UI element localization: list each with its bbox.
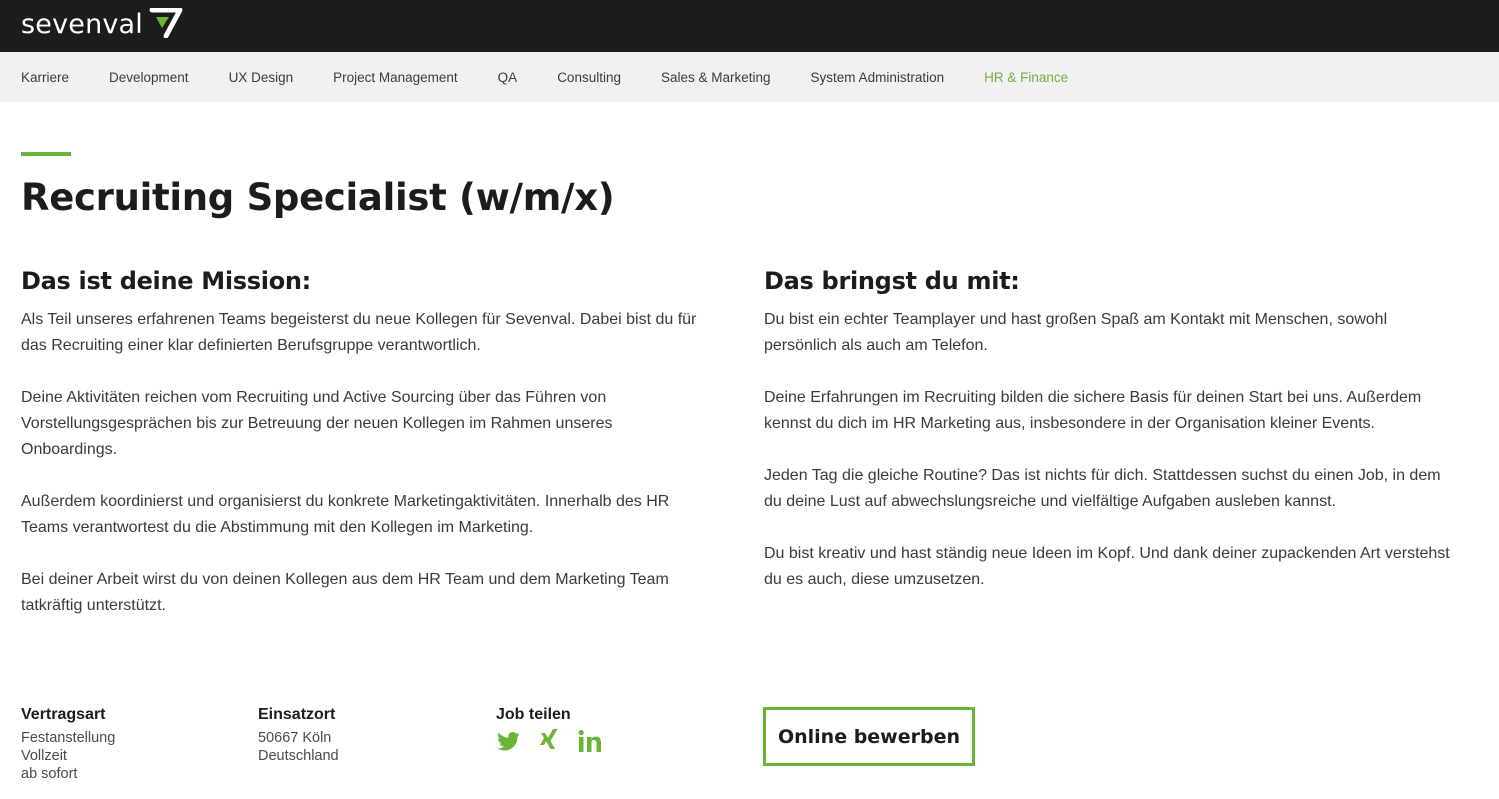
sevenval-logo[interactable]: sevenval: [21, 8, 183, 40]
nav-item-karriere[interactable]: Karriere: [21, 70, 69, 85]
requirements-paragraph: Deine Erfahrungen im Recruiting bilden d…: [764, 389, 1422, 432]
contract-type-line: Vollzeit: [21, 748, 67, 764]
category-nav: Karriere Development UX Design Project M…: [0, 52, 1499, 102]
requirements-paragraph: Du bist ein echter Teamplayer und hast g…: [764, 311, 1388, 354]
nav-item-sales-marketing[interactable]: Sales & Marketing: [661, 70, 771, 85]
contract-type-heading: Vertragsart: [21, 706, 106, 723]
mission-section: Das ist deine Mission: Als Teil unseres …: [21, 267, 764, 645]
title-accent-bar: [21, 152, 71, 156]
job-title: Recruiting Specialist (w/m/x): [21, 176, 615, 219]
mission-paragraph: Als Teil unseres erfahrenen Teams begeis…: [21, 311, 697, 354]
requirements-paragraph: Du bist kreativ und hast ständig neue Id…: [764, 545, 1450, 588]
mission-heading: Das ist deine Mission:: [21, 267, 311, 295]
mission-paragraph: Bei deiner Arbeit wirst du von deinen Ko…: [21, 571, 669, 614]
nav-item-development[interactable]: Development: [109, 70, 189, 85]
job-content: Recruiting Specialist (w/m/x) Das ist de…: [0, 102, 1499, 782]
nav-item-qa[interactable]: QA: [498, 70, 518, 85]
nav-item-system-administration[interactable]: System Administration: [811, 70, 945, 85]
mission-paragraph: Deine Aktivitäten reichen vom Recruiting…: [21, 389, 613, 458]
contract-type-line: ab sofort: [21, 766, 78, 782]
nav-item-consulting[interactable]: Consulting: [557, 70, 621, 85]
nav-item-hr-finance[interactable]: HR & Finance: [984, 70, 1068, 85]
location-line: Deutschland: [258, 748, 339, 764]
location-heading: Einsatzort: [258, 706, 336, 723]
nav-item-ux-design[interactable]: UX Design: [229, 70, 294, 85]
job-meta-row: Vertragsart Festanstellung Vollzeit ab s…: [21, 706, 1481, 799]
top-bar: sevenval: [0, 0, 1499, 52]
requirements-heading: Das bringst du mit:: [764, 267, 1020, 295]
requirements-paragraph: Jeden Tag die gleiche Routine? Das ist n…: [764, 467, 1441, 510]
contract-type-block: Vertragsart Festanstellung Vollzeit ab s…: [21, 706, 115, 783]
nav-item-project-management[interactable]: Project Management: [333, 70, 458, 85]
xing-icon[interactable]: [537, 729, 561, 753]
share-heading: Job teilen: [496, 706, 571, 723]
apply-online-button[interactable]: Online bewerben: [763, 707, 975, 766]
mission-paragraph: Außerdem koordinierst und organisierst d…: [21, 493, 670, 536]
logo-seven-icon: [149, 8, 183, 38]
logo-wordmark: sevenval: [21, 8, 144, 40]
share-block: Job teilen: [496, 706, 619, 753]
twitter-icon[interactable]: [496, 729, 520, 753]
linkedin-icon[interactable]: [578, 729, 602, 753]
job-description: Das ist deine Mission: Als Teil unseres …: [21, 267, 1478, 645]
location-block: Einsatzort 50667 Köln Deutschland: [258, 706, 339, 765]
contract-type-line: Festanstellung: [21, 730, 116, 746]
location-line: 50667 Köln: [258, 730, 332, 746]
requirements-section: Das bringst du mit: Du bist ein echter T…: [764, 267, 1464, 645]
share-icons: [496, 729, 619, 753]
